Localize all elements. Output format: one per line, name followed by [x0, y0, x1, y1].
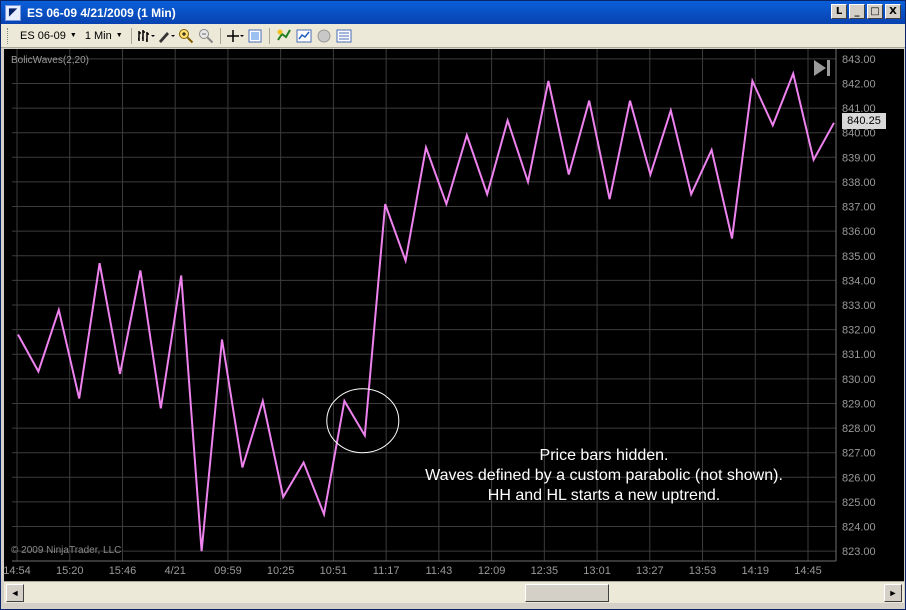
x-tick-label: 10:25: [267, 565, 295, 577]
help-button[interactable]: L: [831, 4, 847, 19]
x-tick-label: 14:19: [742, 565, 770, 577]
x-tick-label: 14:54: [4, 565, 31, 577]
toolbar-divider: [130, 27, 132, 44]
y-tick-label: 824.00: [842, 522, 876, 534]
y-tick-label: 837.00: [842, 202, 876, 214]
annotation-line: Price bars hidden.: [539, 447, 669, 464]
y-tick-label: 832.00: [842, 325, 876, 337]
minimize-button[interactable]: _: [849, 4, 865, 19]
toolbar-grip[interactable]: [7, 27, 10, 44]
highlight-circle: [326, 388, 400, 454]
toolbar-divider: [219, 27, 221, 44]
chart-window: ◤ ES 06-09 4/21/2009 (1 Min) L _ □ X ES …: [0, 0, 906, 610]
bar-type-icon[interactable]: [136, 27, 156, 45]
current-price-marker: 840.25: [842, 113, 886, 129]
record-icon[interactable]: [314, 27, 334, 45]
window-title: ES 06-09 4/21/2009 (1 Min): [27, 5, 176, 20]
draw-tool-icon[interactable]: [156, 27, 176, 45]
x-tick-label: 12:35: [531, 565, 559, 577]
y-tick-label: 840.00: [842, 128, 876, 140]
y-tick-label: 835.00: [842, 251, 876, 263]
y-tick-label: 827.00: [842, 448, 876, 460]
x-tick-label: 13:01: [583, 565, 611, 577]
y-tick-label: 828.00: [842, 423, 876, 435]
price-chart[interactable]: 843.00 842.00 841.00 840.00 839.00 838.00 837.…: [4, 49, 904, 581]
y-tick-label: 842.00: [842, 78, 876, 90]
copyright-text: © 2009 NinjaTrader, LLC: [11, 545, 122, 556]
title-bar[interactable]: ◤ ES 06-09 4/21/2009 (1 Min) L _ □ X: [1, 1, 905, 24]
x-tick-label: 14:45: [794, 565, 822, 577]
y-tick-label: 823.00: [842, 546, 876, 558]
x-tick-label: 15:20: [56, 565, 84, 577]
y-tick-label: 826.00: [842, 472, 876, 484]
interval-label: 1 Min: [84, 29, 112, 42]
scrollbar-thumb[interactable]: [525, 584, 609, 602]
maximize-button[interactable]: □: [867, 4, 883, 19]
properties-icon[interactable]: [245, 27, 265, 45]
y-tick-label: 836.00: [842, 226, 876, 238]
zoom-in-icon[interactable]: [176, 27, 196, 45]
data-box-icon[interactable]: [334, 27, 354, 45]
chart-toolbar: ES 06-09 ▼ 1 Min ▼: [1, 24, 905, 48]
close-button[interactable]: X: [885, 4, 901, 19]
annotation-line: Waves defined by a custom parabolic (not…: [425, 467, 783, 484]
y-tick-label: 833.00: [842, 300, 876, 312]
y-tick-label: 825.00: [842, 497, 876, 509]
x-tick-label: 4/21: [164, 565, 185, 577]
chart-trader-icon[interactable]: [294, 27, 314, 45]
app-icon: ◤: [5, 4, 21, 21]
y-tick-label: 830.00: [842, 374, 876, 386]
horizontal-scrollbar[interactable]: ◄ ►: [4, 581, 904, 603]
x-tick-label: 13:27: [636, 565, 664, 577]
y-tick-label: 838.00: [842, 177, 876, 189]
x-tick-label: 11:17: [373, 565, 400, 577]
toolbar-divider: [268, 27, 270, 44]
scroll-right-button[interactable]: ►: [884, 584, 902, 602]
strategy-icon[interactable]: [274, 27, 294, 45]
x-tick-label: 15:46: [109, 565, 137, 577]
annotation-line: HH and HL starts a new uptrend.: [487, 487, 721, 504]
x-tick-label: 09:59: [214, 565, 242, 577]
x-tick-label: 13:53: [689, 565, 717, 577]
zoom-out-icon[interactable]: [196, 27, 216, 45]
instrument-selector[interactable]: ES 06-09 ▼: [16, 27, 81, 45]
indicator-label[interactable]: BolicWaves(2,20): [11, 55, 89, 66]
crosshair-icon[interactable]: [225, 27, 245, 45]
y-tick-label: 829.00: [842, 398, 876, 410]
interval-selector[interactable]: 1 Min ▼: [81, 27, 127, 45]
x-tick-label: 10:51: [320, 565, 348, 577]
y-tick-label: 839.00: [842, 152, 876, 164]
y-tick-label: 834.00: [842, 275, 876, 287]
y-tick-label: 831.00: [842, 349, 876, 361]
x-tick-label: 11:43: [426, 565, 453, 577]
x-tick-label: 12:09: [478, 565, 506, 577]
chevron-down-icon: ▼: [115, 32, 123, 39]
chart-annotation: Price bars hidden. Waves defined by a cu…: [364, 446, 844, 506]
scroll-left-button[interactable]: ◄: [6, 584, 24, 602]
chevron-down-icon: ▼: [69, 32, 77, 39]
scroll-to-end-icon[interactable]: [812, 58, 832, 78]
instrument-label: ES 06-09: [20, 29, 66, 42]
y-tick-label: 843.00: [842, 54, 876, 66]
window-controls: L _ □ X: [831, 4, 901, 19]
